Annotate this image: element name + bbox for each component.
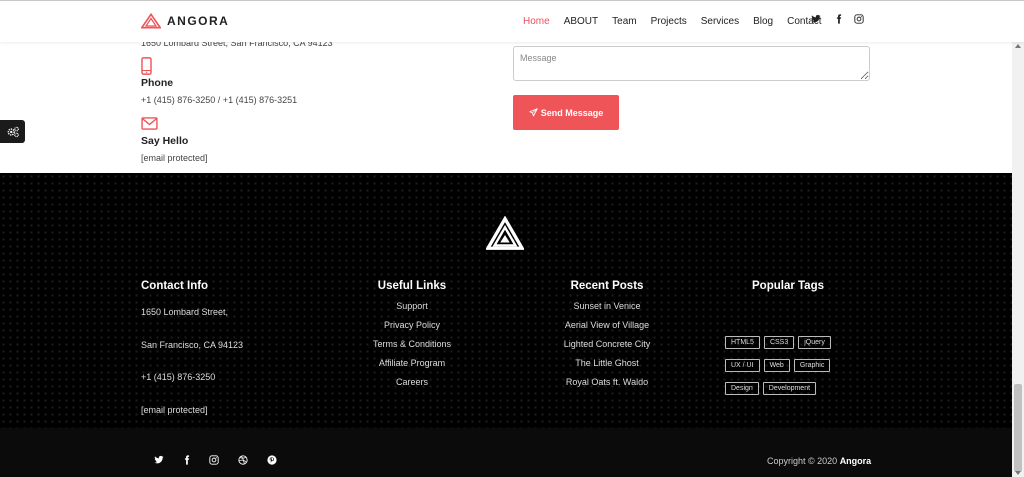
say-hello-value: [email protected]: [141, 153, 208, 163]
settings-widget[interactable]: [0, 120, 25, 143]
post-link[interactable]: Sunset in Venice: [557, 301, 657, 311]
say-hello-label: Say Hello: [141, 135, 189, 147]
footer-useful-links: Useful Links Support Privacy Policy Term…: [372, 280, 452, 387]
angora-logo-icon: [141, 13, 161, 29]
nav-blog[interactable]: Blog: [753, 16, 773, 27]
copyright-brand: Angora: [839, 456, 872, 466]
scroll-up-arrow[interactable]: [1015, 44, 1021, 48]
paper-plane-icon: [529, 108, 538, 117]
nav-home[interactable]: Home: [523, 16, 550, 27]
nav-projects[interactable]: Projects: [651, 16, 687, 27]
nav-services[interactable]: Services: [701, 16, 739, 27]
link-support[interactable]: Support: [372, 301, 452, 311]
tag[interactable]: CSS3: [763, 336, 795, 349]
instagram-icon[interactable]: [209, 455, 219, 465]
nav-about[interactable]: ABOUT: [564, 16, 598, 27]
footer-address-line1: 1650 Lombard Street,: [141, 307, 229, 317]
footer-bottom-bar: Copyright © 2020 Angora: [0, 428, 1012, 477]
scroll-down-arrow[interactable]: [1015, 471, 1021, 475]
send-message-label: Send Message: [540, 107, 604, 118]
link-privacy-policy[interactable]: Privacy Policy: [372, 320, 452, 330]
envelope-icon: [141, 117, 158, 130]
tag[interactable]: HTML5: [725, 336, 760, 349]
footer-popular-tags: Popular Tags: [752, 280, 824, 292]
phone-label: Phone: [141, 77, 174, 89]
top-navbar: ANGORA Home ABOUT Team Projects Services…: [0, 0, 1024, 42]
page-scrollbar[interactable]: [1012, 42, 1024, 477]
footer-logo-icon: [486, 216, 524, 250]
send-message-button[interactable]: Send Message: [513, 95, 619, 130]
phone-value: +1 (415) 876-3250 / +1 (415) 876-3251: [141, 95, 298, 105]
pinterest-icon[interactable]: [267, 455, 277, 465]
tag[interactable]: jQuery: [798, 336, 831, 349]
post-link[interactable]: The Little Ghost: [557, 358, 657, 368]
twitter-icon[interactable]: [811, 14, 821, 24]
post-link[interactable]: Royal Oats ft. Waldo: [557, 377, 657, 387]
dribbble-icon[interactable]: [238, 455, 248, 465]
tag[interactable]: UX / UI: [725, 359, 760, 372]
link-affiliate-program[interactable]: Affiliate Program: [372, 358, 452, 368]
footer-email: [email protected]: [141, 405, 208, 415]
link-careers[interactable]: Careers: [372, 377, 452, 387]
phone-icon: [141, 57, 152, 75]
message-field[interactable]: [513, 46, 870, 81]
instagram-icon[interactable]: [854, 14, 864, 24]
tag-cloud: HTML5 CSS3 jQuery UX / UI Web Graphic Design De…: [725, 331, 845, 400]
tag[interactable]: Development: [762, 382, 817, 395]
brand-logo[interactable]: ANGORA: [141, 13, 229, 29]
tag[interactable]: Web: [763, 359, 790, 372]
main-nav: Home ABOUT Team Projects Services Blog C…: [523, 16, 836, 27]
footer-contact-title: Contact Info: [141, 280, 209, 292]
scroll-thumb[interactable]: [1014, 384, 1022, 472]
footer-phone: +1 (415) 876-3250: [141, 372, 216, 382]
footer-contact-info: Contact Info 1650 Lombard Street, San Fr…: [141, 280, 243, 415]
link-terms[interactable]: Terms & Conditions: [372, 339, 452, 349]
popular-tags-title: Popular Tags: [752, 280, 824, 292]
post-link[interactable]: Lighted Concrete City: [557, 339, 657, 349]
facebook-icon[interactable]: [834, 14, 844, 24]
footer-recent-posts: Recent Posts Sunset in Venice Aerial Vie…: [557, 280, 657, 387]
tag[interactable]: Design: [725, 382, 759, 395]
nav-team[interactable]: Team: [612, 16, 636, 27]
gears-icon: [7, 126, 19, 137]
recent-posts-title: Recent Posts: [570, 280, 644, 292]
brand-name: ANGORA: [167, 14, 230, 28]
tag[interactable]: Graphic: [793, 359, 831, 372]
useful-links-title: Useful Links: [377, 280, 447, 292]
footer-address-line2: San Francisco, CA 94123: [141, 340, 244, 350]
copyright-text: Copyright © 2020: [767, 456, 838, 466]
footer: Contact Info 1650 Lombard Street, San Fr…: [0, 173, 1012, 428]
facebook-icon[interactable]: [182, 455, 192, 465]
copyright: Copyright © 2020 Angora: [767, 456, 871, 466]
twitter-icon[interactable]: [154, 455, 164, 465]
post-link[interactable]: Aerial View of Village: [557, 320, 657, 330]
